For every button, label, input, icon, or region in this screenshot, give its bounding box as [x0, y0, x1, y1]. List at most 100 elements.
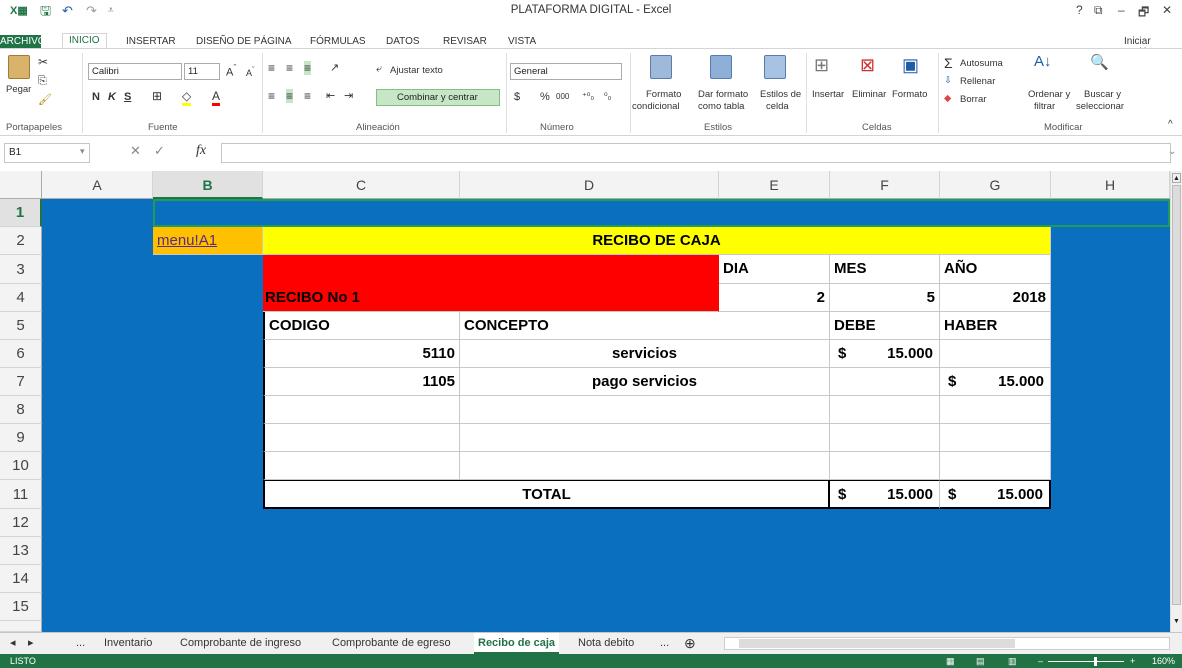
copy-icon[interactable]: ⎘ [38, 75, 47, 88]
percent-button[interactable]: % [540, 91, 550, 103]
insert-cells-icon[interactable]: ⊞ [814, 55, 829, 76]
normal-view-icon[interactable]: ▦ [946, 654, 955, 668]
sheet-tab-recibo-caja[interactable]: Recibo de caja [474, 633, 560, 654]
row-header-4[interactable]: 4 [0, 284, 42, 312]
scroll-thumb[interactable] [1172, 185, 1181, 605]
codigo-cell-row8[interactable] [263, 396, 460, 424]
concepto-cell-row8[interactable] [460, 396, 830, 424]
codigo-cell-row6[interactable]: 5110 [263, 340, 460, 368]
font-name-select[interactable]: Calibri [88, 63, 182, 80]
delete-cells-icon[interactable]: ⊠ [860, 55, 875, 76]
clear-button[interactable]: Borrar [960, 94, 986, 105]
debe-cell-row10[interactable] [830, 452, 940, 480]
zoom-in-icon[interactable]: + [1130, 654, 1135, 668]
help-button[interactable]: ? [1076, 3, 1083, 17]
tab-review[interactable]: REVISAR [443, 36, 487, 47]
debe-cell-row9[interactable] [830, 424, 940, 452]
haber-cell-row6[interactable] [940, 340, 1051, 368]
align-right-icon[interactable]: ≡ [304, 89, 311, 103]
col-header-g[interactable]: G [940, 171, 1051, 199]
font-color-icon[interactable]: A [212, 89, 221, 106]
sheets-ellipsis-right[interactable]: ... [660, 633, 669, 654]
minimize-button[interactable]: – [1118, 3, 1125, 17]
fill-color-icon[interactable]: ◇ [182, 89, 192, 106]
name-box[interactable]: B1 [4, 143, 90, 163]
expand-formula-icon[interactable]: ⌄ [1168, 146, 1176, 157]
tab-view[interactable]: VISTA [508, 36, 536, 47]
add-sheet-button[interactable]: ⊕ [684, 633, 696, 654]
cell-styles-icon[interactable] [764, 55, 786, 79]
prev-sheet-icon[interactable]: ◂ [10, 633, 16, 654]
concepto-cell-row6[interactable]: servicios [460, 340, 830, 368]
ribbon-display-button[interactable]: ⧉ [1094, 3, 1103, 18]
find-select-icon[interactable]: 🔍 [1090, 53, 1109, 71]
sheets-ellipsis-left[interactable]: ... [76, 633, 85, 654]
zoom-slider[interactable] [1048, 661, 1124, 662]
sheet-tab-comprobante-ingreso[interactable]: Comprobante de ingreso [180, 633, 301, 654]
shrink-font-icon[interactable]: Aˇ [246, 65, 255, 78]
cell-styles-label-2[interactable]: celda [766, 101, 789, 112]
zoom-level[interactable]: 160% [1152, 654, 1175, 668]
align-top-icon[interactable]: ≡ [268, 61, 275, 75]
sheet-tab-inventario[interactable]: Inventario [104, 633, 152, 654]
font-size-select[interactable]: 11 [184, 63, 220, 80]
row-header-5[interactable]: 5 [0, 312, 42, 340]
row-header-3[interactable]: 3 [0, 255, 42, 284]
number-format-select[interactable]: General [510, 63, 622, 80]
col-header-c[interactable]: C [263, 171, 460, 199]
tab-formulas[interactable]: FÓRMULAS [310, 36, 366, 47]
align-bottom-icon[interactable]: ≡ [304, 61, 312, 75]
scroll-down-icon[interactable]: ▼ [1172, 617, 1181, 627]
maximize-button[interactable]: 🗗 [1138, 3, 1149, 24]
row-header-16[interactable] [0, 621, 42, 632]
page-layout-view-icon[interactable]: ▤ [976, 654, 985, 668]
borders-icon[interactable]: ⊞ [152, 89, 162, 103]
cancel-icon[interactable]: ✕ [130, 143, 141, 159]
concepto-cell-row7[interactable]: pago servicios [460, 368, 830, 396]
tab-file[interactable]: ARCHIVO [0, 35, 46, 49]
next-sheet-icon[interactable]: ▸ [28, 633, 34, 654]
codigo-cell-row7[interactable]: 1105 [263, 368, 460, 396]
italic-button[interactable]: K [108, 91, 116, 103]
enter-icon[interactable]: ✓ [154, 143, 165, 159]
codigo-cell-row10[interactable] [263, 452, 460, 480]
col-header-a[interactable]: A [42, 171, 153, 199]
align-center-icon[interactable]: ≡ [286, 89, 294, 103]
wrap-text-button[interactable]: Ajustar texto [390, 65, 443, 76]
align-middle-icon[interactable]: ≡ [286, 61, 293, 75]
conditional-format-label[interactable]: Formato [646, 89, 681, 100]
scroll-up-icon[interactable]: ▲ [1172, 173, 1181, 183]
format-painter-icon[interactable]: 🖌 [38, 93, 52, 106]
name-box-dropdown-icon[interactable]: ▾ [80, 146, 85, 157]
selected-cell-b1[interactable] [153, 199, 1170, 227]
row-header-13[interactable]: 13 [0, 537, 42, 565]
debe-cell-row7[interactable] [830, 368, 940, 396]
page-break-view-icon[interactable]: ▥ [1008, 654, 1017, 668]
row-header-11[interactable]: 11 [0, 480, 42, 509]
align-left-icon[interactable]: ≡ [268, 89, 275, 103]
haber-cell-row10[interactable] [940, 452, 1051, 480]
bold-button[interactable]: N [92, 91, 100, 103]
col-header-h[interactable]: H [1051, 171, 1170, 199]
format-as-table-label[interactable]: Dar formato [698, 89, 748, 100]
sort-filter-label-2[interactable]: filtrar [1034, 101, 1055, 112]
dia-value[interactable]: 2 [719, 284, 830, 312]
total-haber-cell[interactable]: $ 15.000 [940, 480, 1051, 509]
row-header-8[interactable]: 8 [0, 396, 42, 424]
debe-cell-row8[interactable] [830, 396, 940, 424]
row-header-9[interactable]: 9 [0, 424, 42, 452]
sheet-tab-comprobante-egreso[interactable]: Comprobante de egreso [332, 633, 451, 654]
row-header-14[interactable]: 14 [0, 565, 42, 593]
zoom-out-icon[interactable]: – [1038, 654, 1043, 668]
format-as-table-label-2[interactable]: como tabla [698, 101, 744, 112]
total-debe-cell[interactable]: $ 15.000 [830, 480, 940, 509]
row-header-7[interactable]: 7 [0, 368, 42, 396]
haber-cell-row9[interactable] [940, 424, 1051, 452]
col-header-d[interactable]: D [460, 171, 719, 199]
tab-data[interactable]: DATOS [386, 36, 420, 47]
orientation-icon[interactable]: ↗ [330, 61, 339, 74]
codigo-cell-row9[interactable] [263, 424, 460, 452]
underline-button[interactable]: S [124, 91, 131, 103]
close-button[interactable]: ✕ [1162, 3, 1172, 17]
formula-input[interactable] [221, 143, 1171, 163]
